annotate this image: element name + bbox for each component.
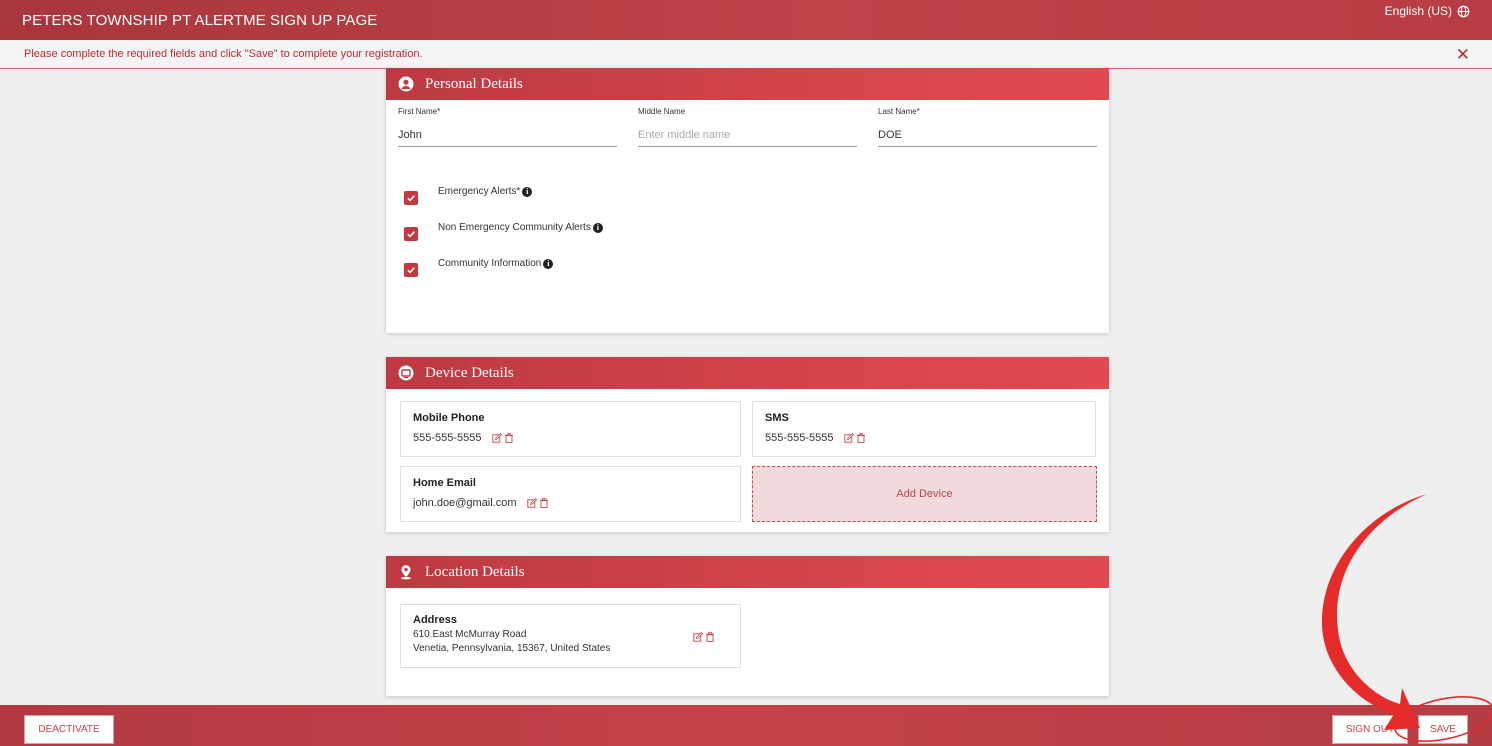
device-type: SMS [765,412,789,424]
user-icon [398,76,414,92]
last-name-label: Last Name* [878,107,920,116]
middle-name-label: Middle Name [638,107,686,116]
middle-name-input[interactable]: Enter middle name [638,125,857,147]
check-icon [407,195,415,202]
address-line-2: Venetia, Pennsylvania, 15367, United Sta… [413,643,611,654]
emergency-alerts-label: Emergency Alerts* [438,186,521,197]
language-selector[interactable]: English (US) [1385,4,1470,18]
device-value: 555-555-5555 [413,432,482,444]
edit-icon[interactable] [491,433,502,443]
alert-option-community-info: Community Information i [404,245,1109,287]
device-value: john.doe@gmail.com [413,497,517,509]
delete-icon[interactable] [705,632,715,642]
deactivate-button[interactable]: DEACTIVATE [24,715,114,744]
page-title: PETERS TOWNSHIP PT ALERTME SIGN UP PAGE [22,11,378,29]
delete-icon[interactable] [539,498,549,508]
emergency-alerts-checkbox[interactable] [404,191,418,205]
info-icon[interactable]: i [592,222,603,233]
edit-icon[interactable] [843,433,854,443]
last-name-field: Last Name* DOE [878,107,1097,147]
personal-details-card: Personal Details First Name* John Middle… [386,68,1109,333]
location-pin-icon [401,565,411,580]
top-bar: PETERS TOWNSHIP PT ALERTME SIGN UP PAGE … [0,0,1492,40]
location-details-card: Location Details Address 610 East McMurr… [386,556,1109,696]
section-title: Device Details [425,364,514,381]
bottom-action-bar: DEACTIVATE SIGN OUT SAVE [0,705,1492,746]
notice-message: Please complete the required fields and … [24,48,423,60]
globe-icon [1457,5,1470,17]
add-device-button[interactable]: Add Device [752,466,1097,522]
middle-name-field: Middle Name Enter middle name [638,107,857,147]
device-value: 555-555-5555 [765,432,834,444]
device-icon [398,365,414,381]
non-emergency-alerts-checkbox[interactable] [404,227,418,241]
language-label: English (US) [1384,4,1452,18]
registration-notice: Please complete the required fields and … [0,40,1492,69]
first-name-field: First Name* John [398,107,617,147]
delete-icon[interactable] [856,433,866,443]
device-details-card: Device Details Mobile Phone 555-555-5555… [386,357,1109,532]
first-name-input[interactable]: John [398,125,617,147]
info-icon[interactable]: i [543,258,554,269]
community-information-checkbox[interactable] [404,263,418,277]
last-name-input[interactable]: DOE [878,125,1097,147]
section-title: Location Details [425,563,525,580]
first-name-label: First Name* [398,107,441,116]
close-icon[interactable]: ✕ [1456,46,1470,63]
address-line-1: 610 East McMurray Road [413,629,527,640]
edit-icon[interactable] [526,498,537,508]
device-type: Home Email [413,477,476,489]
personal-details-header: Personal Details [386,68,1109,100]
device-details-header: Device Details [386,357,1109,389]
section-title: Personal Details [425,75,523,92]
community-information-label: Community Information [438,258,542,269]
device-type: Mobile Phone [413,412,485,424]
edit-icon[interactable] [693,632,703,642]
non-emergency-alerts-label: Non Emergency Community Alerts [438,222,591,233]
device-home-email: Home Email john.doe@gmail.com [400,466,741,522]
annotation-arrow [1321,494,1492,742]
location-details-header: Location Details [386,556,1109,588]
check-icon [407,231,415,238]
address-label: Address [413,614,458,626]
device-mobile-phone: Mobile Phone 555-555-5555 [400,401,741,457]
device-sms: SMS 555-555-5555 [752,401,1096,457]
address-box: Address 610 East McMurray Road Venetia, … [400,604,741,668]
alert-subscriptions: Emergency Alerts* i Non Emergency Commun… [386,147,1109,287]
info-icon[interactable]: i [522,186,533,197]
delete-icon[interactable] [504,433,514,443]
check-icon [407,267,415,274]
